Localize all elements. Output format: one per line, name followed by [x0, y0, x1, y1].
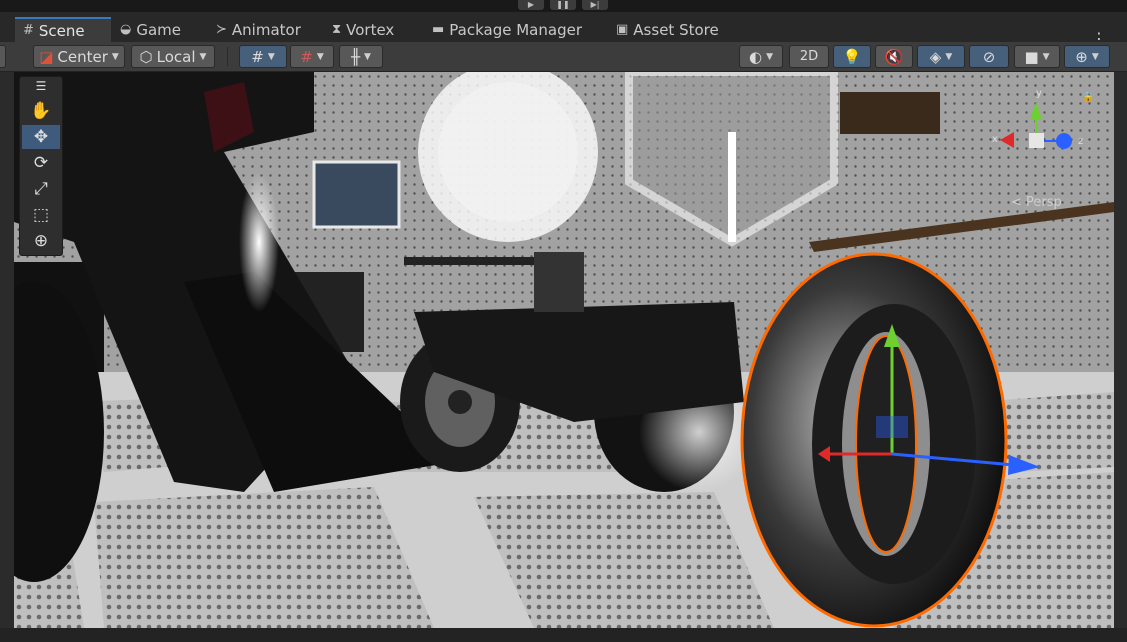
step-button[interactable]: ▶| — [582, 0, 608, 10]
pivot-rotation-dropdown[interactable]: ⬡ Local ▼ — [131, 45, 215, 68]
increment-snap-icon: # — [300, 47, 313, 66]
pivot-mode-label: Center — [57, 47, 108, 66]
projection-label[interactable]: < Persp — [1011, 195, 1062, 210]
store-icon: ▣ — [616, 22, 629, 37]
shading-mode-icon: ◐ — [748, 47, 763, 66]
tab-animator-label: Animator — [231, 20, 301, 39]
chevron-down-icon: ▼ — [945, 51, 953, 62]
tab-package-manager-label: Package Manager — [449, 20, 582, 39]
chevron-down-icon: ▼ — [364, 51, 371, 62]
transform-tool-button[interactable]: ⊕ — [22, 229, 60, 253]
hand-tool-button[interactable]: ✋ — [22, 99, 60, 123]
eye-slash-icon: ⊘ — [982, 47, 996, 66]
camera-icon: ■ — [1024, 47, 1039, 66]
vortex-icon: ⧗ — [332, 22, 342, 37]
play-controls-bar: ▶ ❚❚ ▶| — [0, 0, 1127, 12]
tab-asset-store-label: Asset Store — [633, 20, 719, 39]
chevron-down-icon: ▼ — [316, 51, 324, 62]
tab-vortex[interactable]: ⧗ Vortex — [324, 17, 402, 42]
scene-toolbar: ◪ Center ▼ ⬡ Local ▼ # ▼ # ▼ ╫ ▼ ◐ ▼ 2D … — [0, 42, 1127, 72]
tools-overlay: ☰ ✋ ✥ ⟳ ⤢ ⬚ ⊕ — [19, 76, 63, 256]
pivot-center-icon: ◪ — [39, 47, 54, 66]
chevron-down-icon: ▼ — [199, 51, 207, 62]
tab-animator[interactable]: ≻ Animator — [208, 17, 309, 42]
rotate-icon: ⟳ — [33, 153, 49, 173]
scale-icon: ⤢ — [34, 179, 48, 199]
gamepad-icon: ◒ — [120, 22, 132, 37]
play-button[interactable]: ▶ — [518, 0, 544, 10]
gizmo-z-label: z — [1078, 136, 1084, 147]
hand-icon: ✋ — [30, 101, 52, 121]
tab-package-manager[interactable]: ▬ Package Manager — [424, 17, 590, 42]
chevron-down-icon: ▼ — [766, 51, 773, 62]
lighting-toggle-button[interactable]: 💡 — [833, 45, 871, 68]
rect-icon: ⬚ — [32, 205, 50, 225]
scene-viewport[interactable]: y x z 🔒 — [14, 72, 1114, 628]
pause-button[interactable]: ❚❚ — [550, 0, 576, 10]
editor-tab-bar: # Scene ◒ Game ≻ Animator ⧗ Vortex ▬ Pac… — [0, 12, 1127, 48]
overlay-drag-handle[interactable]: ☰ — [22, 77, 60, 95]
grid-snap-icon: # — [251, 47, 264, 66]
grid-snapping-dropdown[interactable]: # ▼ — [239, 45, 287, 68]
scene-visibility-toggle[interactable]: ⊘ — [969, 45, 1009, 68]
audio-toggle-button[interactable]: 🔇 — [875, 45, 913, 68]
tab-scene[interactable]: # Scene — [15, 17, 111, 42]
effects-dropdown[interactable]: ◈ ▼ — [917, 45, 965, 68]
scene-render — [14, 72, 1114, 628]
pivot-mode-dropdown[interactable]: ◪ Center ▼ — [33, 45, 125, 68]
rect-tool-button[interactable]: ⬚ — [22, 203, 60, 227]
pivot-rotation-label: Local — [156, 47, 196, 66]
2d-toggle-button[interactable]: 2D — [789, 45, 829, 68]
toolbar-divider — [227, 47, 228, 66]
draw-mode-dropdown[interactable]: ◐ ▼ — [739, 45, 783, 68]
right-panel-edge — [1114, 72, 1127, 628]
rotate-tool-button[interactable]: ⟳ — [22, 151, 60, 175]
tab-game-label: Game — [136, 20, 181, 39]
move-tool-button[interactable]: ✥ — [22, 125, 60, 149]
chevron-down-icon: ▼ — [267, 51, 275, 62]
2d-label: 2D — [799, 49, 819, 64]
increment-snap-dropdown[interactable]: # ▼ — [290, 45, 334, 68]
bottom-bar — [0, 628, 1127, 642]
chevron-down-icon: ▼ — [1042, 51, 1050, 62]
tab-game[interactable]: ◒ Game — [112, 17, 189, 42]
gizmos-dropdown[interactable]: ⊕ ▼ — [1064, 45, 1110, 68]
chevron-down-icon: ▼ — [111, 51, 119, 62]
ruler-icon: ╫ — [351, 47, 361, 66]
scale-tool-button[interactable]: ⤢ — [22, 177, 60, 201]
tab-vortex-label: Vortex — [346, 20, 395, 39]
orientation-gizmo[interactable] — [986, 90, 1082, 200]
gizmo-globe-icon: ⊕ — [1075, 47, 1088, 66]
ruler-dropdown[interactable]: ╫ ▼ — [339, 45, 383, 68]
layers-icon: ◈ — [929, 47, 942, 66]
lock-icon[interactable]: 🔒 — [1082, 92, 1094, 103]
lightbulb-icon: 💡 — [842, 47, 862, 66]
left-panel-edge — [0, 72, 14, 628]
gizmo-x-label: x — [992, 134, 998, 145]
speaker-mute-icon: 🔇 — [884, 47, 904, 66]
tab-asset-store[interactable]: ▣ Asset Store — [608, 17, 727, 42]
chevron-down-icon: ▼ — [1091, 51, 1099, 62]
local-cube-icon: ⬡ — [139, 47, 153, 66]
move-arrows-icon: ✥ — [33, 127, 49, 147]
camera-settings-dropdown[interactable]: ■ ▼ — [1014, 45, 1060, 68]
transform-icon: ⊕ — [33, 231, 49, 251]
overlay-toggle-button[interactable] — [0, 45, 6, 68]
animator-icon: ≻ — [216, 22, 227, 37]
gizmo-y-label: y — [1036, 88, 1042, 99]
grid-icon: # — [23, 23, 34, 38]
tab-scene-label: Scene — [38, 21, 85, 40]
package-icon: ▬ — [432, 22, 445, 37]
